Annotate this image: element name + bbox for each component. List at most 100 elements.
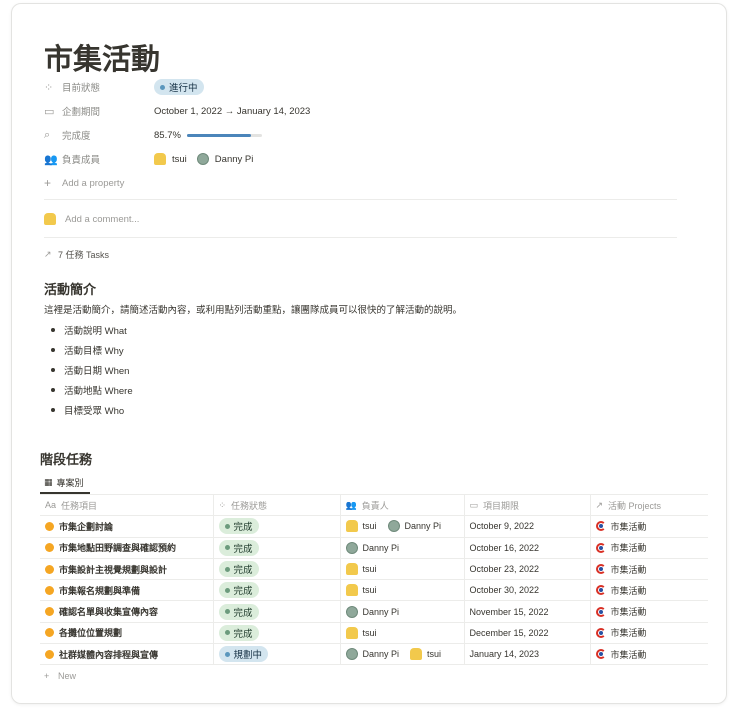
task-name[interactable]: 社群媒體內容排程與宣傳	[59, 648, 158, 661]
table-row[interactable]: 市集企劃討論 完成 tsui Danny Pi October 9, 2022 市…	[40, 515, 708, 538]
assignee-cell[interactable]: Danny Pi	[339, 536, 464, 559]
page-title[interactable]: 市集活動	[44, 36, 160, 78]
project-cell[interactable]: 市集活動	[589, 515, 708, 538]
tasks-heading: 階段任務	[40, 452, 93, 467]
deadline-cell[interactable]: October 30, 2022	[463, 579, 590, 602]
status-cell[interactable]: 完成	[212, 557, 340, 581]
project-cell[interactable]: 市集活動	[589, 557, 708, 581]
column-header-deadline[interactable]: ▭ 項目期限	[463, 493, 590, 517]
assignee-name[interactable]: tsui	[363, 521, 377, 531]
table-row[interactable]: 社群媒體內容排程與宣傳 規劃中 Danny Pi tsui January 14,…	[40, 643, 708, 666]
property-members[interactable]: 👥 負責成員 tsui Danny Pi	[44, 148, 253, 170]
task-name-cell[interactable]: 各攤位位置規劃	[40, 621, 213, 645]
project-link[interactable]: 市集活動	[611, 520, 647, 533]
new-row-button[interactable]: + New	[44, 665, 76, 687]
divider	[44, 199, 677, 200]
status-badge[interactable]: 進行中	[154, 79, 204, 95]
list-item: 活動日期 When	[48, 360, 133, 380]
deadline-cell[interactable]: November 15, 2022	[463, 600, 590, 623]
assignee-name[interactable]: tsui	[427, 649, 441, 659]
column-header-projects[interactable]: ↗ 活動 Projects	[589, 493, 708, 517]
task-name-cell[interactable]: 社群媒體內容排程與宣傳	[40, 643, 213, 666]
add-property-button[interactable]: + Add a property	[44, 172, 124, 194]
property-period[interactable]: ▭ 企劃期間 October 1, 2022 → January 14, 2023	[44, 100, 310, 122]
task-emoji-icon	[45, 607, 54, 617]
assignee-name[interactable]: tsui	[363, 564, 377, 574]
new-label: New	[58, 671, 77, 681]
column-header-status[interactable]: ⁘ 任務狀態	[212, 493, 340, 517]
deadline-cell[interactable]: October 16, 2022	[463, 536, 590, 559]
member-name[interactable]: tsui	[172, 154, 187, 165]
table-row[interactable]: 市集地點田野調查與確認預約 完成 Danny Pi October 16, 20…	[40, 536, 708, 559]
member-name[interactable]: Danny Pi	[215, 154, 254, 165]
assignee-cell[interactable]: tsui	[339, 621, 464, 645]
assignee-name[interactable]: Danny Pi	[363, 607, 400, 617]
assignee-cell[interactable]: Danny Pi tsui	[339, 643, 464, 666]
table-row[interactable]: 各攤位位置規劃 完成 tsui December 15, 2022 市集活動	[40, 621, 708, 645]
task-name[interactable]: 各攤位位置規劃	[59, 626, 122, 639]
table-row[interactable]: 確認名單與收集宣傳內容 完成 Danny Pi November 15, 202…	[40, 600, 708, 623]
assignee-cell[interactable]: Danny Pi	[339, 600, 464, 623]
status-cell[interactable]: 完成	[212, 515, 340, 538]
task-emoji-icon	[45, 564, 54, 574]
avatar	[345, 648, 358, 661]
task-name-cell[interactable]: 市集企劃討論	[40, 515, 213, 538]
column-label: 活動 Projects	[608, 500, 662, 511]
task-name-cell[interactable]: 市集報名規劃與準備	[40, 579, 213, 602]
deadline-cell[interactable]: December 15, 2022	[463, 621, 590, 645]
task-name[interactable]: 市集報名規劃與準備	[59, 584, 140, 597]
status-cell[interactable]: 規劃中	[212, 643, 340, 666]
task-name-cell[interactable]: 確認名單與收集宣傳內容	[40, 600, 213, 623]
task-name-cell[interactable]: 市集設計主視覺規劃與設計	[40, 557, 213, 581]
property-status[interactable]: ⁘ 目前狀態 進行中	[44, 76, 204, 98]
assignee-name[interactable]: Danny Pi	[363, 649, 400, 659]
project-link[interactable]: 市集活動	[611, 648, 647, 661]
project-cell[interactable]: 市集活動	[589, 621, 708, 645]
assignee-cell[interactable]: tsui	[339, 579, 464, 602]
date-range[interactable]: October 1, 2022 → January 14, 2023	[154, 106, 310, 117]
task-name[interactable]: 市集企劃討論	[59, 520, 113, 533]
project-cell[interactable]: 市集活動	[589, 600, 708, 623]
project-link[interactable]: 市集活動	[611, 584, 647, 597]
project-link[interactable]: 市集活動	[611, 626, 647, 639]
assignee-name[interactable]: Danny Pi	[363, 543, 400, 553]
status-cell[interactable]: 完成	[212, 536, 340, 559]
project-cell[interactable]: 市集活動	[589, 643, 708, 666]
deadline-cell[interactable]: October 23, 2022	[463, 557, 590, 581]
deadline-cell[interactable]: October 9, 2022	[463, 515, 590, 538]
assignee-cell[interactable]: tsui Danny Pi	[339, 515, 464, 538]
assignee-cell[interactable]: tsui	[339, 557, 464, 581]
avatar	[196, 153, 209, 165]
table-row[interactable]: 市集設計主視覺規劃與設計 完成 tsui October 23, 2022 市集…	[40, 557, 708, 581]
table-icon: ▦	[44, 477, 53, 487]
column-label: 任務項目	[61, 500, 98, 511]
column-header-assignee[interactable]: 👥 負責人	[339, 493, 464, 517]
assignee-name[interactable]: tsui	[363, 628, 377, 638]
assignee-name[interactable]: Danny Pi	[405, 521, 442, 531]
status-icon: ⁘	[218, 499, 227, 510]
project-link[interactable]: 市集活動	[611, 541, 647, 554]
project-link[interactable]: 市集活動	[611, 563, 647, 576]
project-cell[interactable]: 市集活動	[589, 579, 708, 602]
task-name-cell[interactable]: 市集地點田野調查與確認預約	[40, 536, 213, 559]
deadline-cell[interactable]: January 14, 2023	[463, 643, 590, 666]
status-badge: 完成	[218, 582, 259, 599]
task-name[interactable]: 市集設計主視覺規劃與設計	[59, 563, 167, 576]
status-cell[interactable]: 完成	[212, 600, 340, 623]
tab-project-view[interactable]: ▦ 專案別	[40, 473, 90, 494]
task-name[interactable]: 確認名單與收集宣傳內容	[59, 605, 158, 618]
status-cell[interactable]: 完成	[212, 579, 340, 602]
project-icon	[595, 542, 606, 553]
task-name[interactable]: 市集地點田野調查與確認預約	[59, 541, 176, 554]
tasks-link[interactable]: ↗ 7 任務 Tasks	[44, 243, 109, 265]
status-cell[interactable]: 完成	[212, 621, 340, 645]
project-link[interactable]: 市集活動	[611, 605, 647, 618]
project-cell[interactable]: 市集活動	[589, 536, 708, 559]
assignee-name[interactable]: tsui	[363, 585, 377, 595]
comment-input[interactable]: Add a comment...	[44, 208, 139, 230]
list-item: 活動說明 What	[48, 320, 133, 340]
property-progress[interactable]: ⌕ 完成度 85.7%	[44, 124, 262, 146]
table-row[interactable]: 市集報名規劃與準備 完成 tsui October 30, 2022 市集活動	[40, 579, 708, 602]
column-header-name[interactable]: Aa 任務項目	[40, 493, 213, 517]
progress-value: 85.7%	[154, 129, 181, 141]
